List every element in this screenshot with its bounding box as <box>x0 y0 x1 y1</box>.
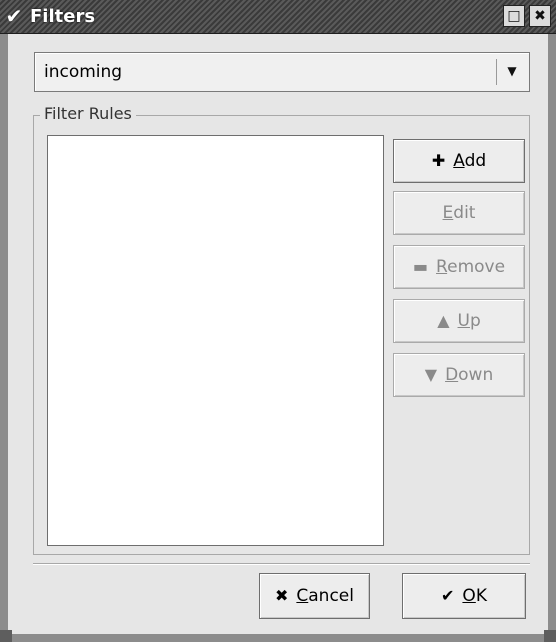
up-arrow-icon: ▲ <box>437 311 450 330</box>
title-bar[interactable]: ✔ Filters □ ✖ <box>0 0 556 34</box>
edit-label: Edit <box>442 203 476 223</box>
window-frame-right <box>548 34 556 642</box>
down-button[interactable]: ▼ Down <box>393 353 525 397</box>
ok-label: OK <box>462 586 487 606</box>
cancel-icon: ✖ <box>274 586 289 605</box>
cancel-label: Cancel <box>296 586 354 606</box>
add-label: Add <box>453 151 487 171</box>
minus-icon: ▬ <box>412 257 429 276</box>
plus-icon: ✚ <box>431 151 446 170</box>
window-frame-bottom <box>0 634 556 642</box>
up-label: Up <box>457 311 481 331</box>
maximize-icon[interactable]: □ <box>503 5 525 27</box>
ok-check-icon: ✔ <box>441 586 455 605</box>
cancel-button[interactable]: ✖ Cancel <box>259 573 370 619</box>
resize-handle-left[interactable] <box>0 630 12 642</box>
up-button[interactable]: ▲ Up <box>393 299 525 343</box>
filter-rules-list[interactable] <box>47 135 384 546</box>
down-label: Down <box>445 365 494 385</box>
down-arrow-icon: ▼ <box>424 365 438 384</box>
chevron-down-icon[interactable]: ▼ <box>503 62 521 80</box>
remove-button[interactable]: ▬ Remove <box>393 245 525 289</box>
window-title: Filters <box>30 6 96 27</box>
filter-type-value: incoming <box>44 62 123 82</box>
remove-label: Remove <box>436 257 506 277</box>
footer-separator <box>33 563 530 564</box>
combo-separator <box>496 59 497 85</box>
window-frame-left <box>0 34 8 642</box>
ok-button[interactable]: ✔ OK <box>402 573 526 619</box>
filter-rules-label: Filter Rules <box>40 104 136 124</box>
resize-handle-right[interactable] <box>544 630 556 642</box>
chevron-down-icon[interactable]: ✔ <box>2 4 26 28</box>
add-button[interactable]: ✚ Add <box>393 139 525 183</box>
filter-type-select[interactable]: incoming ▼ <box>34 52 530 92</box>
filters-dialog: ✔ Filters □ ✖ incoming ▼ Filter Rules ✚ … <box>0 0 556 642</box>
edit-button[interactable]: Edit <box>393 191 525 235</box>
close-icon[interactable]: ✖ <box>529 5 551 27</box>
